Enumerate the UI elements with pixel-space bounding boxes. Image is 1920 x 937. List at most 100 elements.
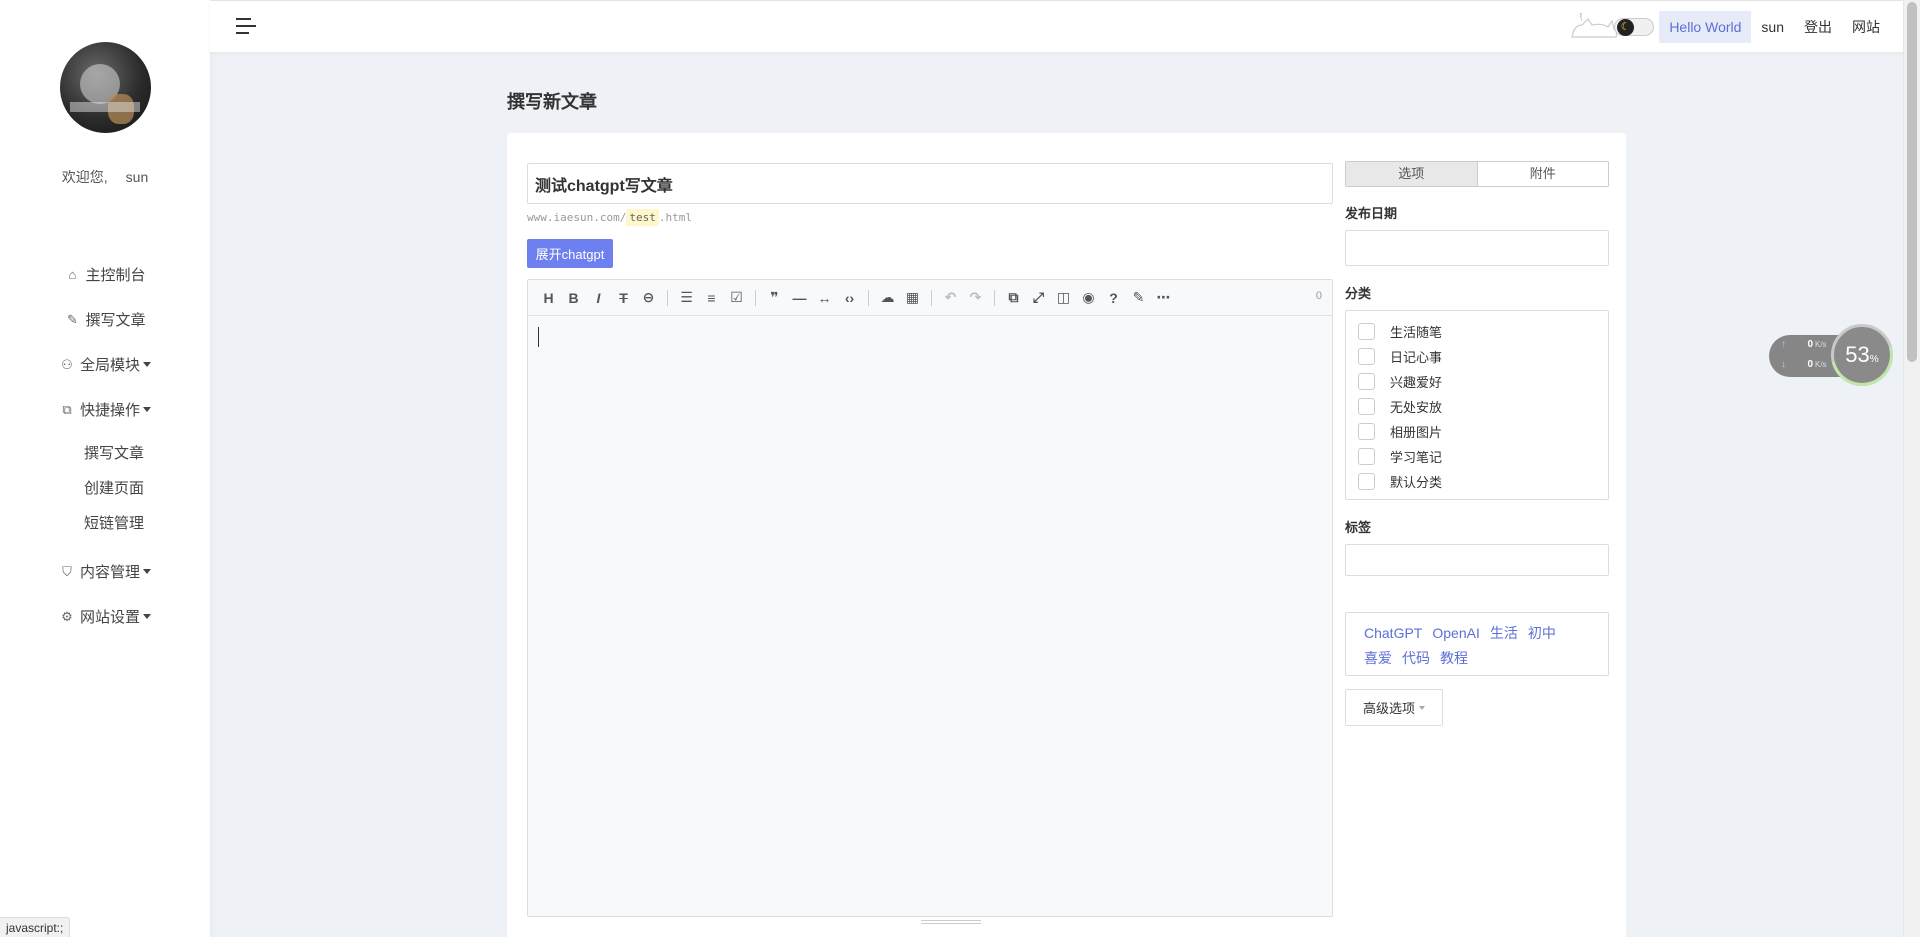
sidebar-item-quick-actions[interactable]: ⧉ 快捷操作	[0, 387, 210, 432]
tag-suggestion[interactable]: OpenAI	[1432, 621, 1479, 646]
category-checkbox[interactable]	[1358, 473, 1375, 490]
sidebar-item-content[interactable]: ⛉ 内容管理	[0, 549, 210, 594]
tag-suggestion[interactable]: 喜爱	[1364, 646, 1392, 671]
tag-suggestion[interactable]: 教程	[1440, 646, 1468, 671]
category-item[interactable]: 默认分类	[1358, 469, 1608, 494]
welcome-text: 欢迎您,	[61, 169, 108, 185]
more-icon[interactable]: ⋯	[1151, 286, 1176, 310]
arrow-down-icon: ↓	[1781, 359, 1786, 370]
modules-icon: ⚇	[61, 356, 73, 372]
slug-suffix: .html	[658, 211, 692, 224]
undo-icon[interactable]: ↶	[938, 286, 963, 310]
expand-chatgpt-button[interactable]: 展开chatgpt	[527, 239, 613, 268]
horizontal-rule-icon[interactable]: —	[787, 286, 812, 310]
word-count: 0	[1315, 290, 1322, 302]
category-checkbox[interactable]	[1358, 373, 1375, 390]
submenu-item-short-links[interactable]: 短链管理	[0, 506, 210, 541]
scrollbar-thumb[interactable]	[1907, 2, 1917, 362]
preview-icon[interactable]: ◉	[1076, 286, 1101, 310]
user-link[interactable]: sun	[1751, 11, 1794, 43]
ordered-list-icon[interactable]: ≡	[699, 286, 724, 310]
quick-actions-submenu: 撰写文章 创建页面 短链管理	[0, 432, 210, 549]
bold-icon[interactable]: B	[561, 286, 586, 310]
submenu-item-write-post[interactable]: 撰写文章	[0, 436, 210, 471]
tag-suggestion[interactable]: 初中	[1528, 621, 1556, 646]
code-block-icon[interactable]: ‹›	[837, 286, 862, 310]
page-scrollbar[interactable]	[1903, 0, 1920, 937]
italic-icon[interactable]: I	[586, 286, 611, 310]
checklist-icon[interactable]: ☑	[724, 286, 749, 310]
heading-icon[interactable]: H	[536, 286, 561, 310]
category-item[interactable]: 无处安放	[1358, 394, 1608, 419]
logout-link[interactable]: 登出	[1794, 11, 1842, 43]
category-item[interactable]: 学习笔记	[1358, 444, 1608, 469]
website-link[interactable]: 网站	[1842, 11, 1890, 43]
editor-resize-handle[interactable]	[921, 920, 981, 924]
chevron-down-icon	[143, 569, 151, 574]
chevron-down-icon	[1419, 705, 1425, 710]
quote-icon[interactable]: ❞	[762, 286, 787, 310]
redo-icon[interactable]: ↷	[963, 286, 988, 310]
options-tabs: 选项 附件	[1345, 161, 1609, 187]
inline-code-icon[interactable]: ↔	[812, 286, 837, 310]
tab-attachments[interactable]: 附件	[1476, 162, 1609, 186]
side-by-side-icon[interactable]: ◫	[1051, 286, 1076, 310]
category-item[interactable]: 兴趣爱好	[1358, 369, 1608, 394]
sidebar-item-label: 主控制台	[85, 267, 146, 284]
post-editor-card: www.iaesun.com/test.html 展开chatgpt H B I…	[507, 133, 1626, 937]
tag-suggestion[interactable]: 代码	[1402, 646, 1430, 671]
category-checkbox[interactable]	[1358, 423, 1375, 440]
tag-suggestion[interactable]: ChatGPT	[1364, 621, 1422, 646]
options-panel: 选项 附件 发布日期 分类 生活随笔 日记心事 兴趣爱好 无处安放 相册图片 学…	[1345, 161, 1609, 726]
category-item[interactable]: 日记心事	[1358, 344, 1608, 369]
sidebar-item-global-modules[interactable]: ⚇ 全局模块	[0, 342, 210, 387]
tag-suggestions: ChatGPT OpenAI 生活 初中 喜爱 代码 教程	[1345, 612, 1609, 676]
bullet-list-icon[interactable]: ☰	[674, 286, 699, 310]
menu-toggle-button[interactable]	[236, 18, 256, 36]
category-checkbox[interactable]	[1358, 448, 1375, 465]
slug-input[interactable]: test	[626, 209, 659, 226]
category-checkbox[interactable]	[1358, 348, 1375, 365]
category-checkbox[interactable]	[1358, 323, 1375, 340]
gear-icon: ⚙	[61, 608, 73, 624]
open-external-icon[interactable]: ⧉	[1001, 286, 1026, 310]
markdown-editor: H B I T ⊖ ☰ ≡ ☑ ❞ — ↔ ‹› ☁ ▦ ↶ ↷ ⧉ ⤢ ◫ ◉…	[527, 279, 1333, 924]
strikethrough-icon[interactable]: T	[611, 286, 636, 310]
link-icon[interactable]: ⊖	[636, 286, 661, 310]
sidebar-nav: ⌂ 主控制台 ✎ 撰写文章 ⚇ 全局模块 ⧉ 快捷操作 撰写文章 创建页面 短链…	[0, 252, 210, 639]
sidebar-item-dashboard[interactable]: ⌂ 主控制台	[0, 252, 210, 297]
editor-content-area[interactable]	[528, 317, 1332, 916]
sidebar-item-write-post[interactable]: ✎ 撰写文章	[0, 297, 210, 342]
tag-input[interactable]	[1345, 544, 1609, 576]
help-icon[interactable]: ?	[1101, 286, 1126, 310]
submenu-item-create-page[interactable]: 创建页面	[0, 471, 210, 506]
tab-options[interactable]: 选项	[1346, 162, 1477, 186]
advanced-options-button[interactable]: 高级选项	[1345, 689, 1443, 726]
category-item[interactable]: 生活随笔	[1358, 319, 1608, 344]
welcome-message: 欢迎您, sun	[0, 167, 210, 187]
avatar[interactable]	[60, 42, 151, 133]
post-slug: www.iaesun.com/test .html	[527, 209, 692, 226]
text-cursor	[538, 327, 539, 347]
browser-status-bar: javascript:;	[0, 917, 71, 937]
network-speed-widget[interactable]: ↑ 0 K/s ↓ 0 K/s 53%	[1769, 312, 1905, 398]
category-item[interactable]: 相册图片	[1358, 419, 1608, 444]
chevron-down-icon	[143, 614, 151, 619]
fullscreen-icon[interactable]: ⤢	[1026, 286, 1051, 310]
publish-date-input[interactable]	[1345, 230, 1609, 266]
sidebar-item-label: 网站设置	[79, 609, 140, 626]
shield-icon: ⛉	[62, 563, 72, 579]
hello-world-link[interactable]: Hello World	[1659, 11, 1752, 43]
pen-icon[interactable]: ✎	[1126, 286, 1151, 310]
table-icon[interactable]: ▦	[900, 286, 925, 310]
dark-mode-toggle[interactable]: ☾	[1614, 18, 1654, 36]
tag-suggestion[interactable]: 生活	[1490, 621, 1518, 646]
upload-icon[interactable]: ☁	[875, 286, 900, 310]
sidebar-item-label: 全局模块	[79, 357, 140, 374]
category-label: 分类	[1345, 286, 1372, 301]
sidebar-item-site-settings[interactable]: ⚙ 网站设置	[0, 594, 210, 639]
page-title: 撰写新文章	[507, 92, 597, 112]
post-title-input[interactable]	[527, 163, 1333, 204]
editor-toolbar: H B I T ⊖ ☰ ≡ ☑ ❞ — ↔ ‹› ☁ ▦ ↶ ↷ ⧉ ⤢ ◫ ◉…	[528, 280, 1332, 316]
category-checkbox[interactable]	[1358, 398, 1375, 415]
